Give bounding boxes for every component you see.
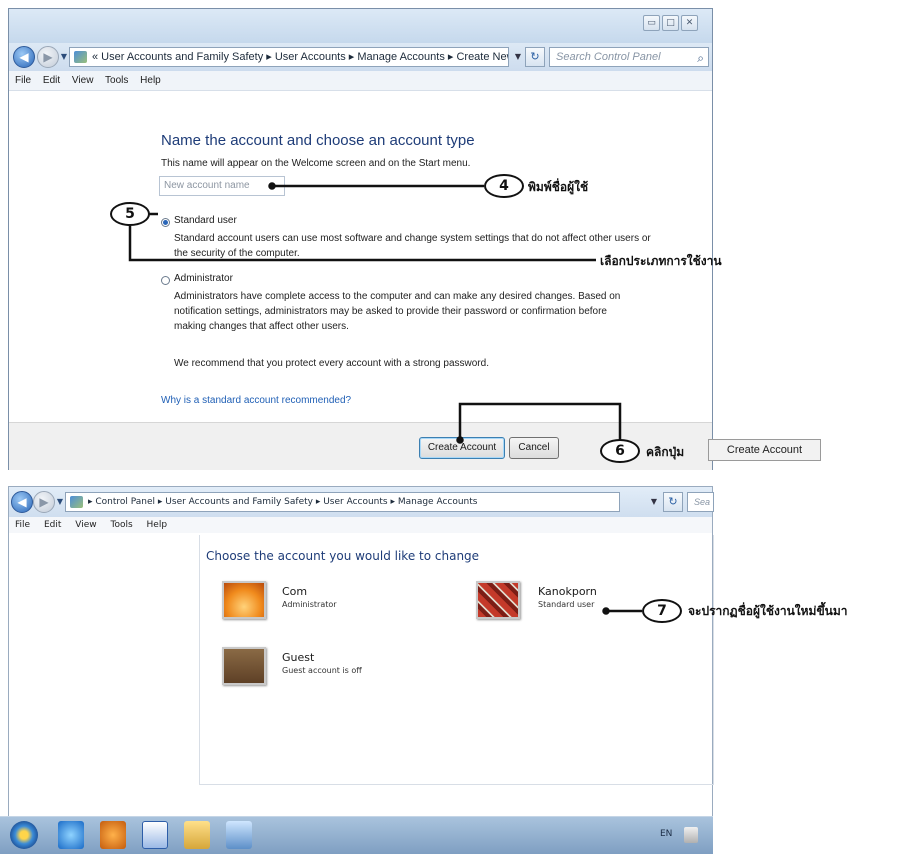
step-7-note: จะปรากฏชื่อผู้ใช้งานใหม่ขึ้นมา — [688, 604, 848, 618]
step-5-marker: 5 — [110, 202, 150, 226]
menu-file[interactable]: File — [15, 75, 31, 86]
menu-file[interactable]: File — [15, 520, 30, 530]
language-indicator[interactable]: EN — [660, 829, 672, 839]
administrator-desc-3: making changes that affect other users. — [174, 321, 349, 332]
account-type-com: Administrator — [282, 600, 337, 609]
action-center-flag-icon[interactable] — [684, 827, 698, 843]
menu-help[interactable]: Help — [140, 75, 161, 86]
page-description: This name will appear on the Welcome scr… — [161, 158, 471, 169]
menu-help[interactable]: Help — [147, 520, 168, 530]
page-title: Choose the account you would like to cha… — [206, 549, 480, 563]
minimize-button[interactable]: ▭ — [643, 15, 660, 31]
standard-user-desc-1: Standard account users can use most soft… — [174, 233, 651, 244]
create-account-button-callout: Create Account — [708, 439, 821, 461]
forward-arrow-icon[interactable]: ▶ — [33, 491, 55, 513]
maximize-button[interactable]: □ — [662, 15, 679, 31]
administrator-desc-2: notification settings, administrators ma… — [174, 306, 607, 317]
account-name-com[interactable]: Com — [282, 585, 307, 598]
address-bar[interactable]: ▸ Control Panel ▸ User Accounts and Fami… — [65, 492, 620, 512]
menu-bar: File Edit View Tools Help — [9, 517, 712, 533]
step-5-note: เลือกประเภทการใช้งาน — [600, 254, 722, 268]
close-button[interactable]: ✕ — [681, 15, 698, 31]
search-placeholder: Search Control Panel — [556, 51, 661, 63]
menu-tools[interactable]: Tools — [105, 75, 128, 86]
media-player-icon[interactable] — [100, 821, 126, 849]
control-panel-icon — [74, 51, 87, 63]
start-button-icon[interactable] — [10, 821, 38, 849]
address-dropdown-icon[interactable]: ▼ — [647, 492, 661, 512]
address-row: ◀ ▶ ▼ « User Accounts and Family Safety … — [9, 43, 712, 71]
taskbar: EN — [0, 816, 713, 854]
word-icon[interactable] — [142, 821, 168, 849]
cancel-button[interactable]: Cancel — [509, 437, 559, 459]
folder-icon[interactable] — [184, 821, 210, 849]
menu-edit[interactable]: Edit — [44, 520, 61, 530]
administrator-label[interactable]: Administrator — [174, 273, 233, 284]
step-6-marker: 6 — [600, 439, 640, 463]
step-4-marker: 4 — [484, 174, 524, 198]
address-row: ◀ ▶ ▼ ▸ Control Panel ▸ User Accounts an… — [9, 487, 714, 517]
step-6-note: คลิกปุ่ม — [646, 445, 685, 459]
password-recommendation: We recommend that you protect every acco… — [174, 358, 489, 369]
control-panel-taskbar-icon[interactable] — [226, 821, 252, 849]
account-name-guest[interactable]: Guest — [282, 651, 314, 664]
administrator-radio[interactable] — [161, 276, 170, 285]
menu-view[interactable]: View — [72, 75, 94, 86]
standard-user-label[interactable]: Standard user — [174, 215, 237, 226]
refresh-icon[interactable]: ↻ — [525, 47, 545, 67]
breadcrumb[interactable]: ▸ Control Panel ▸ User Accounts and Fami… — [88, 497, 477, 507]
breadcrumb[interactable]: « User Accounts and Family Safety ▸ User… — [92, 51, 508, 63]
pattern-avatar-icon[interactable] — [476, 581, 520, 619]
account-type-kanokporn: Standard user — [538, 600, 595, 609]
address-dropdown-icon[interactable]: ▼ — [511, 47, 525, 67]
step-4-note: พิมพ์ชื่อผู้ใช้ — [528, 180, 589, 194]
address-bar[interactable]: « User Accounts and Family Safety ▸ User… — [69, 47, 509, 67]
standard-user-desc-2: the security of the computer. — [174, 248, 300, 259]
page-title: Name the account and choose an account t… — [161, 132, 475, 149]
standard-user-radio[interactable] — [161, 218, 170, 227]
account-name-kanokporn[interactable]: Kanokporn — [538, 585, 597, 598]
menu-tools[interactable]: Tools — [110, 520, 132, 530]
back-arrow-icon[interactable]: ◀ — [13, 46, 35, 68]
accounts-panel: Choose the account you would like to cha… — [199, 535, 714, 785]
account-type-guest: Guest account is off — [282, 666, 362, 675]
search-icon[interactable]: ⌕ — [697, 49, 704, 67]
menu-view[interactable]: View — [75, 520, 96, 530]
create-account-button[interactable]: Create Account — [419, 437, 505, 459]
internet-explorer-icon[interactable] — [58, 821, 84, 849]
window-controls: ▭ □ ✕ — [643, 15, 698, 31]
administrator-desc-1: Administrators have complete access to t… — [174, 291, 621, 302]
search-input[interactable]: Sea — [687, 492, 714, 512]
why-standard-link[interactable]: Why is a standard account recommended? — [161, 395, 351, 406]
account-name-input[interactable]: New account name — [159, 176, 285, 196]
refresh-icon[interactable]: ↻ — [663, 492, 683, 512]
title-bar: ▭ □ ✕ — [9, 9, 712, 44]
forward-arrow-icon[interactable]: ▶ — [37, 46, 59, 68]
menu-bar: File Edit View Tools Help — [9, 71, 712, 91]
step-7-marker: 7 — [642, 599, 682, 623]
create-account-window: ▭ □ ✕ ◀ ▶ ▼ « User Accounts and Family S… — [8, 8, 713, 470]
search-input[interactable]: Search Control Panel ⌕ — [549, 47, 709, 67]
control-panel-icon — [70, 496, 83, 508]
flower-avatar-icon[interactable] — [222, 581, 266, 619]
back-arrow-icon[interactable]: ◀ — [11, 491, 33, 513]
briefcase-avatar-icon[interactable] — [222, 647, 266, 685]
manage-accounts-window: ◀ ▶ ▼ ▸ Control Panel ▸ User Accounts an… — [8, 486, 714, 853]
menu-edit[interactable]: Edit — [43, 75, 60, 86]
